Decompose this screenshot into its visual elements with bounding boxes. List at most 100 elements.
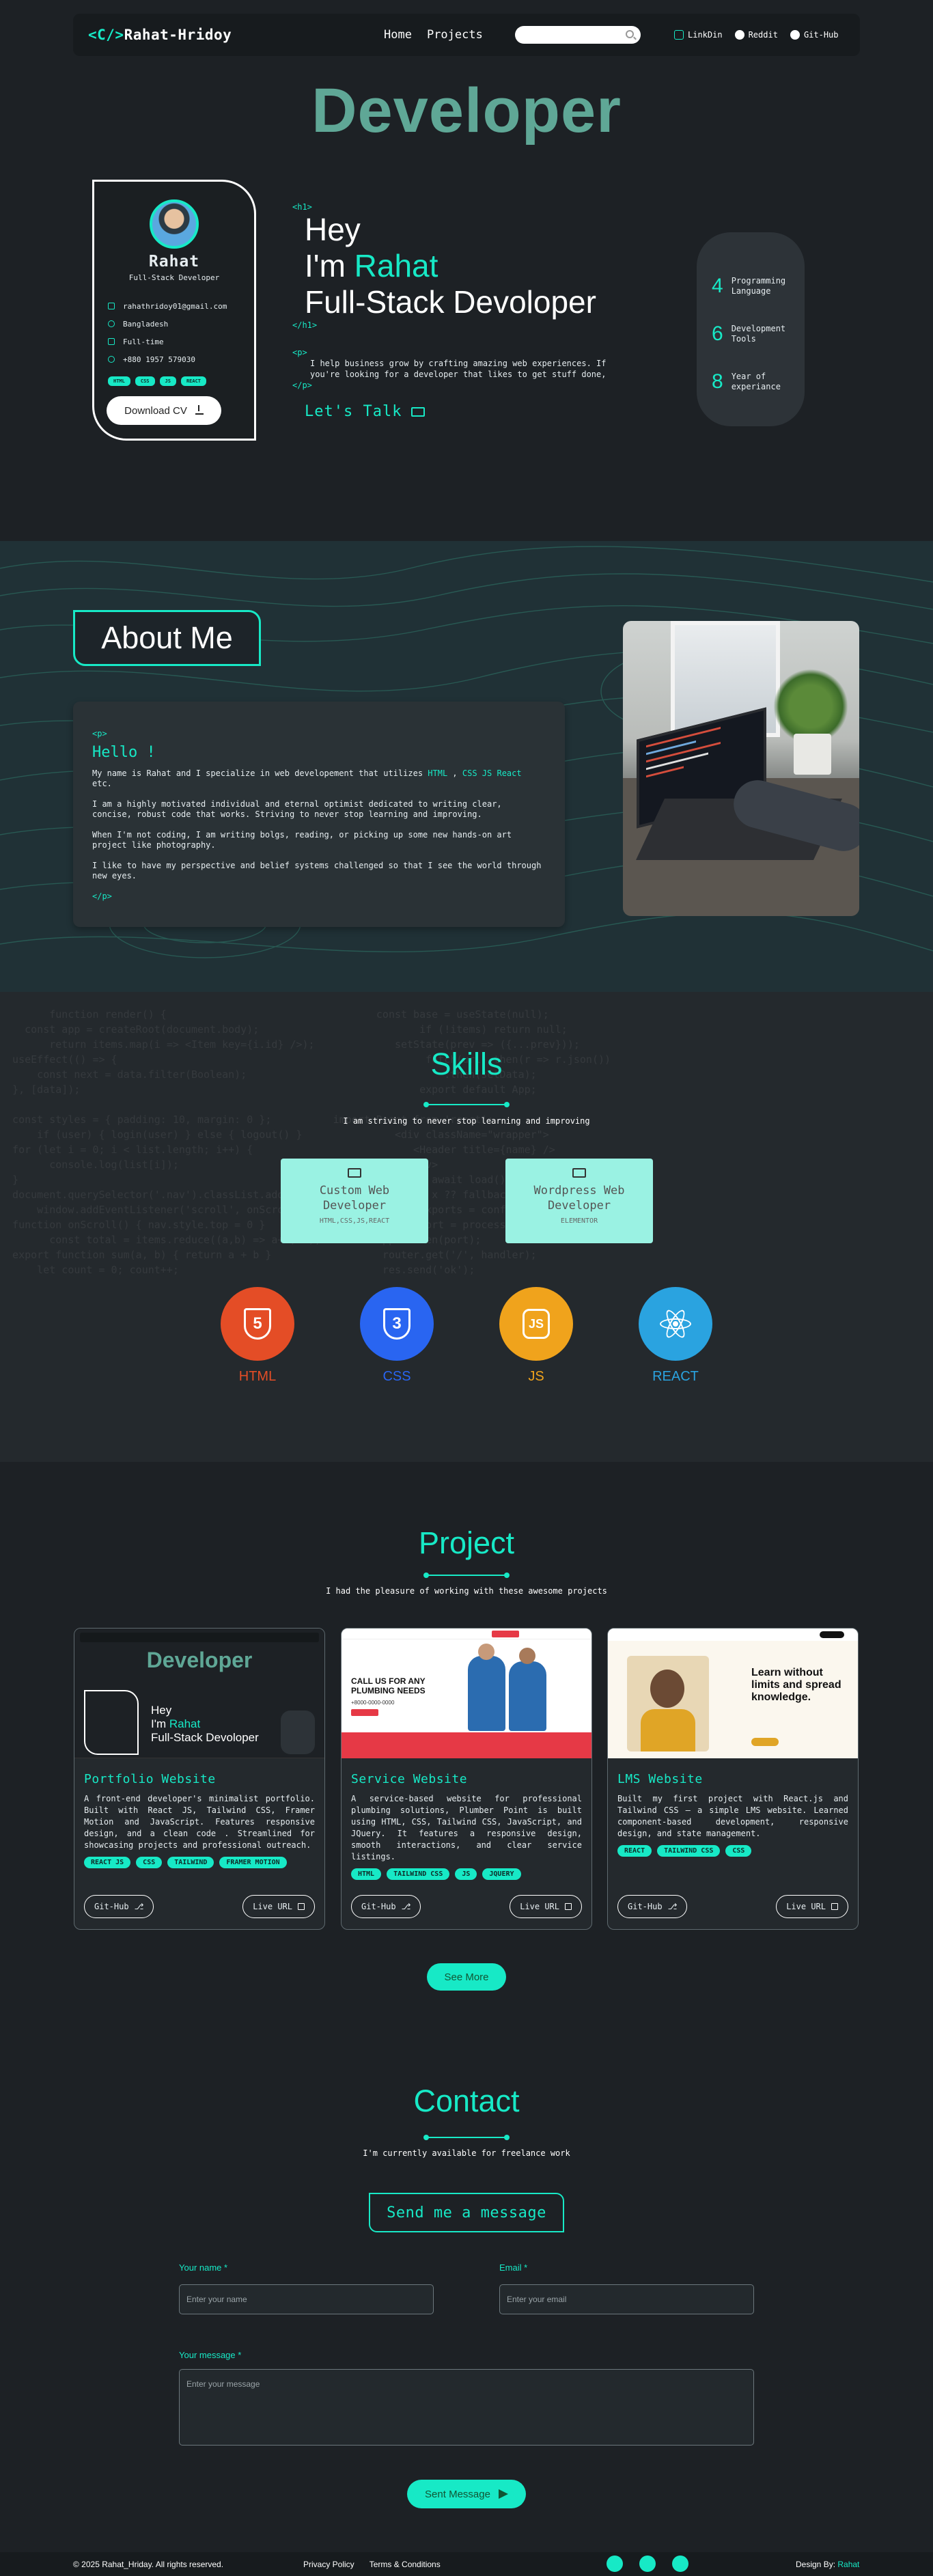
project-tag: TAILWIND [167, 1857, 214, 1868]
github-button[interactable]: Git-Hub ⎇ [351, 1895, 421, 1918]
project-tag: JQUERY [482, 1868, 521, 1880]
github-button[interactable]: Git-Hub ⎇ [617, 1895, 688, 1918]
send-message-label: Sent Message [425, 2488, 490, 2500]
js-circle: JS [499, 1287, 573, 1361]
monitor-icon [348, 1168, 361, 1178]
stat-number: 6 [712, 322, 723, 345]
reddit-icon[interactable] [639, 2556, 656, 2572]
download-cv-button[interactable]: Download CV [107, 396, 221, 425]
phone-icon [108, 356, 115, 363]
service-card[interactable]: Wordpress Web Developer ELEMENTOR [505, 1159, 653, 1243]
skills-title: Skills [430, 1047, 503, 1081]
tech-css: 3 CSS [359, 1287, 434, 1385]
github-button-label: Git-Hub [628, 1902, 663, 1911]
site-logo[interactable]: <C/>Rahat-Hridoy [88, 27, 232, 43]
live-url-button[interactable]: Live URL [242, 1895, 315, 1918]
branch-icon: ⎇ [134, 1902, 144, 1911]
mail-icon [108, 303, 115, 309]
email-label: Email * [499, 2262, 528, 2273]
about-title: About Me [73, 610, 261, 666]
github-link[interactable]: Git-Hub [790, 30, 839, 40]
about-content: <p> Hello ! My name is Rahat and I speci… [73, 702, 565, 927]
h1-close-tag: </h1> [292, 320, 318, 330]
h1-open-tag: <h1> [292, 202, 312, 212]
project-tag: CSS [136, 1857, 163, 1868]
github-icon[interactable] [672, 2556, 688, 2572]
search-icon[interactable] [626, 30, 634, 38]
project-buttons: Git-Hub ⎇ Live URL [84, 1895, 315, 1918]
stat-item: 8 Year of experiance [712, 358, 805, 406]
project-tag: REACT JS [84, 1857, 131, 1868]
projects-subtitle: I had the pleasure of working with these… [326, 1586, 607, 1596]
reddit-icon [734, 30, 744, 40]
chip-html: HTML [108, 376, 130, 386]
nav-link-projects[interactable]: Projects [427, 28, 483, 42]
location-icon [108, 320, 115, 327]
mail-icon [411, 406, 426, 417]
name-input[interactable]: Enter your name [179, 2284, 434, 2314]
linkedin-icon [674, 30, 684, 40]
live-url-button[interactable]: Live URL [510, 1895, 582, 1918]
contact-subtitle: I'm currently available for freelance wo… [363, 2148, 570, 2158]
skills-subtitle: I am striving to never stop learning and… [343, 1116, 590, 1126]
privacy-policy-link[interactable]: Privacy Policy [303, 2560, 354, 2569]
live-url-label: Live URL [520, 1902, 559, 1911]
projects-section: Project I had the pleasure of working wi… [0, 1462, 933, 2029]
project-tags: REACT TAILWIND CSS CSS [617, 1845, 848, 1857]
nav-link-home[interactable]: Home [384, 28, 412, 42]
search-input[interactable] [515, 26, 641, 44]
profile-name: Rahat [148, 253, 200, 271]
stat-label: Programming Language [731, 276, 786, 296]
message-label: Your message * [179, 2350, 242, 2360]
logo-name: Rahat-Hridoy [124, 27, 232, 43]
profile-location: Bangladesh [123, 319, 169, 329]
hero-heading: <h1> Hey I'm Rahat Full-Stack Devoloper … [292, 202, 596, 330]
footer-social [607, 2556, 688, 2572]
live-url-label: Live URL [253, 1902, 292, 1911]
service-card[interactable]: Custom Web Developer HTML,CSS,JS,REACT [281, 1159, 428, 1243]
project-screenshot: Developer Hey I'm Rahat Full-Stack Devol… [74, 1629, 324, 1758]
tech-label: REACT [652, 1369, 699, 1384]
message-textarea[interactable]: Enter your message [179, 2369, 754, 2446]
branch-icon: ⎇ [667, 1902, 678, 1911]
navbar: <C/>Rahat-Hridoy Home Projects LinkDin R… [73, 14, 860, 56]
terms-link[interactable]: Terms & Conditions [370, 2560, 441, 2569]
lets-talk-link[interactable]: Let's Talk [305, 403, 426, 420]
download-icon [195, 405, 204, 415]
design-name[interactable]: Rahat [837, 2560, 859, 2569]
about-intro-html: HTML [428, 768, 448, 778]
skill-chips: HTML CSS JS REACT [94, 376, 254, 386]
tech-label: JS [528, 1369, 544, 1384]
briefcase-icon [108, 338, 115, 345]
project-description: Built my first project with React.js and… [617, 1794, 848, 1838]
hero-section: <C/>Rahat-Hridoy Home Projects LinkDin R… [0, 0, 933, 540]
send-message-button[interactable]: Sent Message [407, 2480, 526, 2508]
profile-info: rahathridoy01@gmail.com Bangladesh Full-… [94, 297, 254, 368]
github-button[interactable]: Git-Hub ⎇ [84, 1895, 154, 1918]
linkedin-icon[interactable] [607, 2556, 623, 2572]
tech-label: CSS [382, 1369, 411, 1384]
about-section: About Me <p> Hello ! My name is Rahat an… [0, 541, 933, 992]
github-button-label: Git-Hub [94, 1902, 129, 1911]
linkedin-link[interactable]: LinkDin [674, 30, 723, 40]
react-circle [639, 1287, 712, 1361]
html-circle: 5 [221, 1287, 294, 1361]
email-input[interactable]: Enter your email [499, 2284, 754, 2314]
profile-phone: +880 1957 579030 [123, 355, 195, 364]
reddit-link[interactable]: Reddit [734, 30, 778, 40]
hero-paragraph: <p> I help business grow by crafting ama… [292, 347, 620, 391]
profile-email[interactable]: rahathridoy01@gmail.com [123, 302, 227, 311]
hero-line3: Full-Stack Devoloper [305, 284, 596, 320]
stat-label: Year of experiance [731, 372, 781, 391]
see-more-button[interactable]: See More [427, 1963, 506, 1991]
about-intro-react: React [492, 768, 522, 778]
p-open-tag: <p> [292, 348, 307, 357]
live-url-button[interactable]: Live URL [776, 1895, 848, 1918]
about-intro-end: etc. [92, 779, 112, 788]
hero-line2-prefix: I'm [305, 248, 354, 283]
stat-number: 8 [712, 370, 723, 393]
send-icon [498, 2489, 508, 2499]
monitor-icon [572, 1168, 586, 1178]
js-icon: JS [523, 1309, 550, 1339]
project-tags: HTML TAILWIND CSS JS JQUERY [351, 1868, 582, 1880]
